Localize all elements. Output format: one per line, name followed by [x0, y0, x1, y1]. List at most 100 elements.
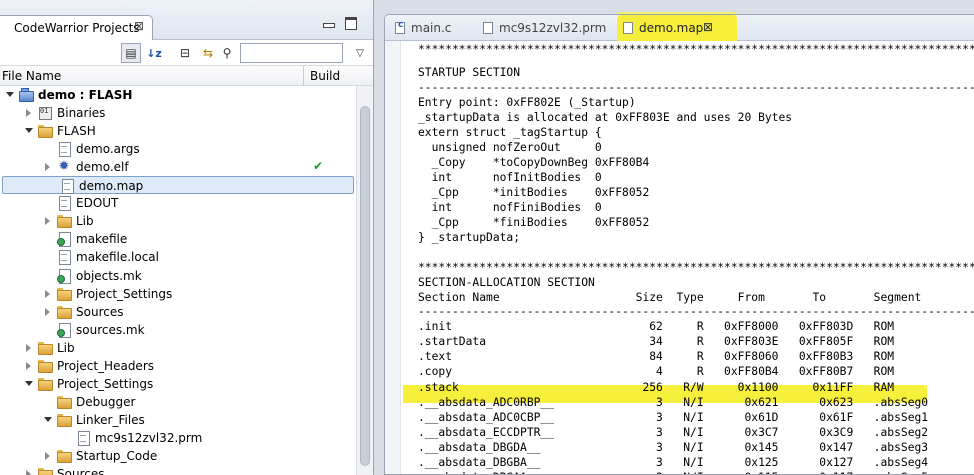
build-check-icon: ✔: [313, 159, 324, 174]
tree-item-label: Lib: [76, 214, 94, 229]
binaries-icon: [37, 106, 53, 121]
file-icon: [56, 142, 72, 158]
project-explorer-panel: CodeWarrior Projects ⊠ ▤ ↓z ⊟ ⇆ ⚲ ▽ File…: [0, 0, 374, 475]
tree-item[interactable]: Startup_Code: [0, 447, 355, 465]
editor-tabbar: main.c mc9s12zvl32.prm demo.map ⊠: [385, 15, 974, 41]
tree-item-label: objects.mk: [76, 268, 142, 283]
code-line: ----------------------------------------…: [418, 305, 974, 318]
code-line: SECTION-ALLOCATION SECTION: [418, 276, 595, 289]
scrollbar-thumb[interactable]: [360, 106, 370, 466]
collapse-all-icon[interactable]: ⊟: [175, 43, 195, 63]
tree-item[interactable]: Project_Settings: [0, 285, 355, 303]
collapsed-arrow-icon[interactable]: [44, 307, 52, 316]
project-explorer-tabbar: CodeWarrior Projects ⊠: [0, 0, 373, 40]
collapsed-arrow-icon[interactable]: [25, 108, 33, 118]
tree-item[interactable]: Lib: [0, 339, 355, 357]
close-icon[interactable]: ⊠: [703, 20, 713, 34]
column-file-name[interactable]: File Name: [2, 69, 61, 83]
tree-item-label: Lib: [57, 340, 75, 355]
code-line: .__absdata_ADC0CBP__ 3 N/I 0x61D 0x61F .…: [418, 411, 929, 424]
c-file-icon: [395, 20, 405, 34]
column-divider[interactable]: [303, 66, 304, 86]
tree-item[interactable]: makefile.local: [0, 248, 355, 266]
codewarrior-projects-tab[interactable]: CodeWarrior Projects ⊠: [0, 15, 153, 40]
makefile-icon: [56, 322, 72, 338]
tree-item[interactable]: demo.args: [0, 140, 355, 158]
collapsed-arrow-icon[interactable]: [25, 343, 33, 352]
tree-item[interactable]: demo.map: [2, 176, 354, 195]
tree-item[interactable]: Binaries: [0, 104, 355, 122]
filter-input[interactable]: [240, 43, 343, 63]
tab-label: main.c: [411, 21, 452, 35]
tree-item-label: sources.mk: [76, 322, 145, 337]
tab-prm-file[interactable]: mc9s12zvl32.prm: [473, 15, 613, 41]
sort-az-icon[interactable]: ↓z: [144, 43, 164, 63]
folder-icon: [37, 377, 53, 391]
expanded-arrow-icon[interactable]: [25, 126, 33, 135]
folder-icon: [37, 467, 53, 475]
tree-item[interactable]: demo : FLASH: [0, 86, 355, 104]
tree-item-label: Project_Headers: [57, 358, 155, 373]
code-line: .startData 34 R 0xFF803E 0xFF805F ROM: [418, 335, 895, 348]
editor-area: main.c mc9s12zvl32.prm demo.map ⊠ ******…: [384, 14, 974, 475]
code-line: int nofInitBodies 0: [418, 171, 602, 184]
tab-main-c[interactable]: main.c: [385, 15, 473, 41]
code-line: .__absdata_DBGDA__ 3 N/I 0x145 0x147 .ab…: [418, 441, 929, 454]
collapsed-arrow-icon[interactable]: [44, 162, 52, 172]
tree-item-label: demo.elf: [76, 160, 129, 175]
expanded-arrow-icon[interactable]: [44, 415, 52, 424]
collapsed-arrow-icon[interactable]: [44, 289, 52, 298]
tree-item[interactable]: EDOUT: [0, 194, 355, 212]
tree-item[interactable]: makefile: [0, 230, 355, 248]
search-icon[interactable]: ⚲: [217, 43, 237, 63]
view-menu-icon[interactable]: ▽: [350, 43, 370, 63]
collapsed-arrow-icon[interactable]: [25, 469, 33, 475]
tree-item[interactable]: objects.mk: [0, 267, 355, 285]
folder-icon: [56, 413, 72, 427]
code-line: extern struct _tagStartup {: [418, 126, 602, 139]
tree-item[interactable]: Debugger: [0, 393, 355, 411]
tree-item-label: Project_Settings: [57, 376, 154, 391]
tab-demo-map[interactable]: demo.map ⊠: [617, 15, 737, 41]
code-line: .__absdata_DBGAA 3 N/I 0x115 0x117 .absS…: [418, 470, 974, 474]
folder-icon: [56, 449, 72, 463]
tree-item[interactable]: ✹ demo.elf ✔: [0, 158, 355, 176]
column-build[interactable]: Build: [310, 69, 340, 83]
expanded-arrow-icon[interactable]: [25, 379, 33, 388]
tree-item-label: demo.map: [79, 179, 144, 194]
tree-item-label: Startup_Code: [76, 449, 158, 463]
folder-icon: [56, 214, 72, 229]
tree-item-label: demo.args: [76, 142, 140, 157]
tree-item-label: mc9s12zvl32.prm: [95, 430, 203, 445]
tree-item[interactable]: FLASH: [0, 122, 355, 140]
tree-item[interactable]: Lib: [0, 212, 355, 230]
code-line: .__absdata_ECCDPTR__ 3 N/I 0x3C7 0x3C9 .…: [418, 426, 929, 439]
file-icon: [75, 430, 91, 446]
close-icon[interactable]: ⊠: [134, 19, 144, 33]
tree-item[interactable]: Sources: [0, 303, 355, 321]
columns-view-icon[interactable]: ▤: [121, 43, 141, 63]
tree-item[interactable]: mc9s12zvl32.prm: [0, 429, 355, 447]
tree-scrollbar[interactable]: [356, 86, 373, 475]
tree-item[interactable]: Sources: [0, 465, 355, 475]
code-line: _Copy *toCopyDownBeg 0xFF80B4: [418, 156, 650, 169]
code-line: STARTUP SECTION: [418, 66, 521, 79]
file-icon: [483, 22, 493, 34]
maximize-icon[interactable]: [344, 17, 357, 30]
tree-item[interactable]: Project_Headers: [0, 357, 355, 375]
code-line: .copy 4 R 0xFF80B4 0xFF80B7 ROM: [418, 365, 895, 378]
gear-icon: ✹: [58, 159, 70, 175]
minimize-icon[interactable]: [322, 17, 335, 28]
code-line: _startupData is allocated at 0xFF803E an…: [418, 111, 793, 124]
tree-item[interactable]: Linker_Files: [0, 411, 355, 429]
map-file-text[interactable]: ****************************************…: [385, 41, 974, 474]
collapsed-arrow-icon[interactable]: [25, 361, 33, 370]
collapsed-arrow-icon[interactable]: [44, 451, 52, 460]
tree-item[interactable]: Project_Settings: [0, 375, 355, 393]
collapsed-arrow-icon[interactable]: [44, 216, 52, 226]
link-editor-icon[interactable]: ⇆: [198, 43, 218, 63]
expanded-arrow-icon[interactable]: [6, 90, 14, 99]
project-tree: demo : FLASH Binaries FLASH demo.args ✹ demo.…: [0, 86, 355, 475]
tree-item[interactable]: sources.mk: [0, 321, 355, 339]
